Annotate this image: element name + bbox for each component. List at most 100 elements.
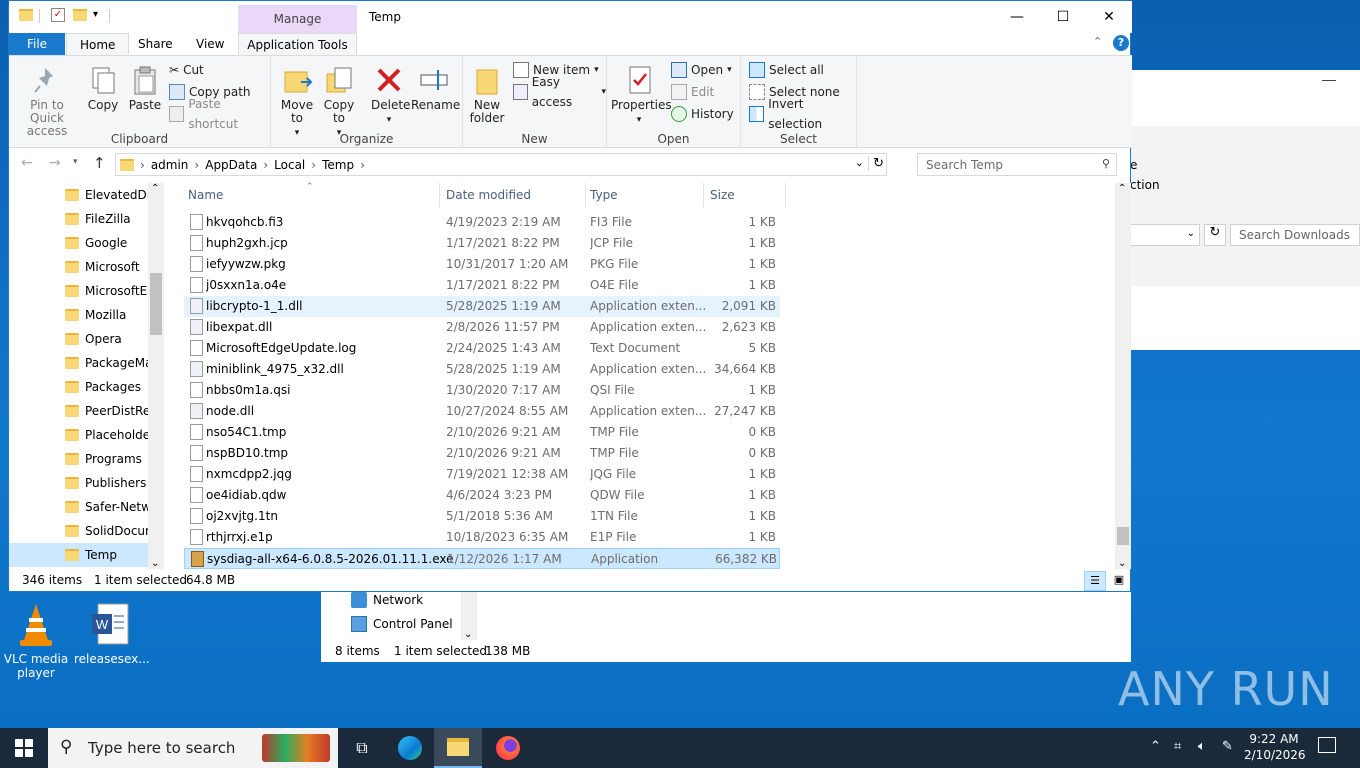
search-temp-input[interactable]: Search Temp ⚲ xyxy=(917,153,1117,176)
collapse-ribbon-icon[interactable]: ⌃ xyxy=(1093,35,1102,48)
address-dropdown-icon[interactable]: ⌄ xyxy=(855,156,864,169)
nav-item-placeholder[interactable]: Placeholder xyxy=(9,423,149,447)
file-list-scrollbar[interactable]: ⌃ ⌄ xyxy=(1115,183,1131,569)
speaker-icon[interactable]: 🔈︎ xyxy=(1198,739,1206,754)
nav-item-peerdistrep[interactable]: PeerDistRep xyxy=(9,399,149,423)
close-button[interactable]: ✕ xyxy=(1086,1,1132,32)
properties-button[interactable]: Properties ▾ xyxy=(611,62,672,127)
nav-item-packages[interactable]: Packages xyxy=(9,375,149,399)
rename-button[interactable]: Rename xyxy=(411,62,460,112)
background-explorer-window[interactable]: e ction ⌄ ↻ Search Downloads xyxy=(1130,70,1360,350)
column-header-type[interactable]: Type xyxy=(586,183,704,207)
second-explorer-window[interactable]: Network Control Panel ⌄ 8 items 1 item s… xyxy=(321,590,1131,662)
meet-now-icon[interactable]: ⌗ xyxy=(1174,739,1181,754)
nav-item-filezilla[interactable]: FileZilla xyxy=(9,207,149,231)
column-header-name[interactable]: Name ⌃ xyxy=(184,182,440,207)
scroll-thumb[interactable] xyxy=(1117,527,1129,545)
nav-item-mozilla[interactable]: Mozilla xyxy=(9,303,149,327)
firefox-taskbar-button[interactable] xyxy=(484,728,532,768)
history-button[interactable]: History xyxy=(671,104,734,124)
nav-item-soliddocum[interactable]: SolidDocum xyxy=(9,519,149,543)
notifications-icon[interactable] xyxy=(1318,737,1336,753)
pin-quick-access-button[interactable]: Pin to Quick access xyxy=(15,62,79,138)
open-button[interactable]: Open ▾ xyxy=(671,60,732,80)
clock[interactable]: 9:22 AM 2/10/2026 xyxy=(1244,731,1306,763)
file-row[interactable]: hkvqohcb.fi3 4/19/2023 2:19 AM FI3 File 1 K… xyxy=(184,212,780,233)
breadcrumb-temp[interactable]: Temp xyxy=(322,158,354,172)
back-arrow-icon[interactable]: ← xyxy=(21,155,33,171)
chevron-down-icon[interactable]: ⌄ xyxy=(1187,228,1195,239)
select-all-button[interactable]: Select all xyxy=(749,60,824,80)
up-arrow-icon[interactable]: ↑ xyxy=(93,154,106,172)
move-to-button[interactable]: Move to ▾ xyxy=(277,62,317,140)
file-row[interactable]: nspBD10.tmp 2/10/2026 9:21 AM TMP File 0 KB xyxy=(184,443,780,464)
tab-share[interactable]: Share xyxy=(125,33,186,55)
paste-button[interactable]: Paste xyxy=(125,62,165,112)
breadcrumb-admin[interactable]: admin xyxy=(151,158,189,172)
scroll-thumb[interactable] xyxy=(150,273,162,335)
details-view-icon[interactable]: ☰ xyxy=(1084,571,1106,591)
task-view-button[interactable]: ⧉ xyxy=(338,728,386,768)
file-row[interactable]: huph2gxh.jcp 1/17/2021 8:22 PM JCP File 1 K… xyxy=(184,233,780,254)
file-row[interactable]: oj2xvjtg.1tn 5/1/2018 5:36 AM 1TN File 1 KB xyxy=(184,506,780,527)
forward-arrow-icon[interactable]: → xyxy=(49,155,61,171)
nav-item-programs[interactable]: Programs xyxy=(9,447,149,471)
nav-item-network[interactable]: Network xyxy=(351,592,423,608)
new-folder-quick-icon[interactable] xyxy=(73,9,87,21)
file-explorer-taskbar-button[interactable] xyxy=(434,728,482,768)
easy-access-button[interactable]: Easy access ▾ xyxy=(513,75,606,109)
new-folder-button[interactable]: New folder xyxy=(467,62,507,125)
chevron-down-icon[interactable]: ⌄ xyxy=(464,629,472,640)
explorer-window[interactable]: ✓ ▾ Manage Temp — ☐ ✕ File Home Share Vi… xyxy=(8,0,1132,592)
nav-item-opera[interactable]: Opera xyxy=(9,327,149,351)
customize-quick-access-icon[interactable]: ▾ xyxy=(93,9,98,20)
search-downloads-input[interactable]: Search Downloads xyxy=(1230,224,1360,246)
start-button[interactable] xyxy=(0,728,48,768)
tab-file[interactable]: File xyxy=(9,33,65,55)
nav-item-temp[interactable]: Temp xyxy=(9,543,149,567)
nav-item-control-panel[interactable]: Control Panel xyxy=(351,616,453,632)
nav-item-safer-netwo[interactable]: Safer-Netwo xyxy=(9,495,149,519)
refresh-icon[interactable]: ↻ xyxy=(868,156,884,171)
file-row[interactable]: j0sxxn1a.o4e 1/17/2021 8:22 PM O4E File 1 K… xyxy=(184,275,780,296)
refresh-icon[interactable]: ↻ xyxy=(1204,224,1226,246)
nav-item-microsoftec[interactable]: MicrosoftEc xyxy=(9,279,149,303)
minimize-icon[interactable] xyxy=(1322,80,1336,81)
nav-scrollbar[interactable]: ⌃ ⌄ xyxy=(148,183,164,569)
column-header-size[interactable]: Size xyxy=(706,183,786,207)
taskbar-search-box[interactable]: ⚲ Type here to search xyxy=(48,728,338,768)
file-row[interactable]: nxmcdpp2.jqg 7/19/2021 12:38 AM JQG File 1 … xyxy=(184,464,780,485)
properties-quick-icon[interactable]: ✓ xyxy=(51,8,65,22)
breadcrumb-local[interactable]: Local xyxy=(274,158,305,172)
ime-pen-icon[interactable]: ✎ xyxy=(1222,739,1233,754)
scroll-up-icon[interactable]: ⌃ xyxy=(1118,183,1126,194)
file-row[interactable]: iefyywzw.pkg 10/31/2017 1:20 AM PKG File 1 … xyxy=(184,254,780,275)
minimize-button[interactable]: — xyxy=(994,1,1040,32)
show-hidden-icons-chevron-icon[interactable]: ⌃ xyxy=(1150,739,1161,754)
cut-button[interactable]: ✂ Cut xyxy=(169,60,204,80)
scroll-down-icon[interactable]: ⌄ xyxy=(151,558,159,569)
nav-item-microsoft[interactable]: Microsoft xyxy=(9,255,149,279)
large-icons-view-icon[interactable]: ▣ xyxy=(1109,571,1129,591)
file-row[interactable]: MicrosoftEdgeUpdate.log 2/24/2025 1:43 AM… xyxy=(184,338,780,359)
nav-item-elevateddia[interactable]: ElevatedDia xyxy=(9,183,149,207)
file-row[interactable]: libexpat.dll 2/8/2026 11:57 PM Application… xyxy=(184,317,780,338)
nav-item-publishers[interactable]: Publishers xyxy=(9,471,149,495)
edit-button[interactable]: Edit xyxy=(671,82,714,102)
scroll-down-icon[interactable]: ⌄ xyxy=(1118,558,1126,569)
column-header-date[interactable]: Date modified xyxy=(442,183,586,207)
copy-button[interactable]: Copy xyxy=(83,62,123,112)
word-doc-desktop-icon[interactable]: W releasesex... xyxy=(74,600,150,666)
paste-shortcut-button[interactable]: Paste shortcut xyxy=(169,97,270,131)
nav-item-packagema[interactable]: PackageMa xyxy=(9,351,149,375)
file-row[interactable]: oe4idiab.qdw 4/6/2024 3:23 PM QDW File 1 KB xyxy=(184,485,780,506)
file-row[interactable]: nso54C1.tmp 2/10/2026 9:21 AM TMP File 0 KB xyxy=(184,422,780,443)
scroll-up-icon[interactable]: ⌃ xyxy=(151,183,159,194)
file-row[interactable]: nbbs0m1a.qsi 1/30/2020 7:17 AM QSI File 1 K… xyxy=(184,380,780,401)
nav-item-google[interactable]: Google xyxy=(9,231,149,255)
maximize-button[interactable]: ☐ xyxy=(1040,1,1086,32)
invert-selection-button[interactable]: Invert selection xyxy=(749,97,856,131)
tab-application-tools[interactable]: Application Tools xyxy=(238,33,357,55)
vlc-desktop-icon[interactable]: VLC media player xyxy=(0,600,72,680)
copy-to-button[interactable]: Copy to ▾ xyxy=(319,62,359,140)
